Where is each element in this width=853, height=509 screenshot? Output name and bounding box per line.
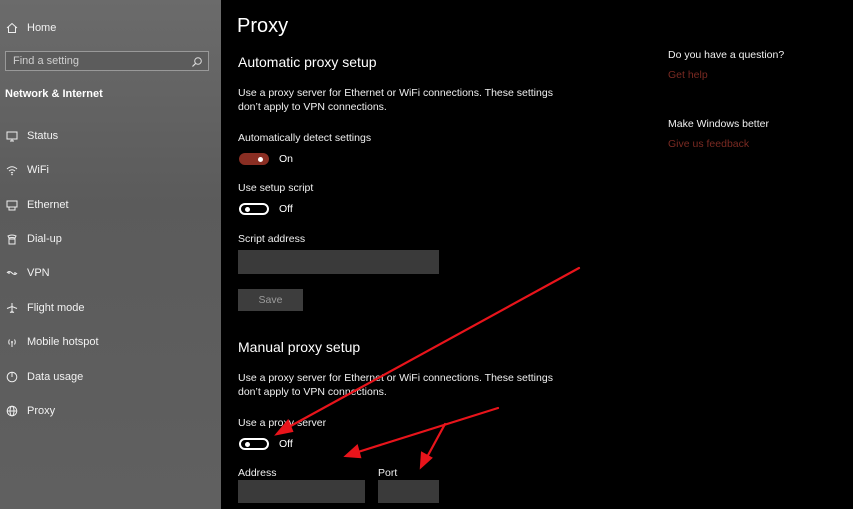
- sidebar-item-vpn[interactable]: VPN: [0, 262, 50, 284]
- use-proxy-toggle[interactable]: [239, 438, 269, 450]
- sidebar-item-dialup[interactable]: Dial-up: [0, 228, 62, 250]
- script-address-label: Script address: [238, 233, 306, 245]
- dialup-icon: [5, 232, 19, 246]
- hotspot-icon: [5, 335, 19, 349]
- sidebar-item-mobile-hotspot[interactable]: Mobile hotspot: [0, 331, 99, 353]
- page-title: Proxy: [237, 15, 289, 37]
- address-input[interactable]: [238, 480, 365, 503]
- search-box[interactable]: Find a setting: [5, 51, 209, 71]
- port-label: Port: [378, 467, 398, 479]
- setup-script-state: Off: [279, 203, 293, 215]
- sidebar-item-status[interactable]: Status: [0, 125, 58, 147]
- sidebar-home-label: Home: [27, 22, 57, 34]
- sidebar-item-label: Ethernet: [27, 199, 69, 211]
- manual-proxy-heading: Manual proxy setup: [238, 339, 361, 355]
- sidebar-item-label: Proxy: [27, 405, 56, 417]
- search-input[interactable]: Find a setting: [13, 55, 191, 67]
- sidebar-item-label: VPN: [27, 267, 50, 279]
- globe-icon: [5, 404, 19, 418]
- auto-detect-state: On: [279, 153, 294, 165]
- main-panel: Proxy Automatic proxy setup Use a proxy …: [221, 0, 853, 509]
- get-help-link[interactable]: Get help: [668, 69, 708, 81]
- auto-detect-label: Automatically detect settings: [238, 132, 372, 144]
- home-icon: [5, 21, 19, 35]
- data-usage-icon: [5, 370, 19, 384]
- sidebar-item-label: Flight mode: [27, 302, 85, 314]
- make-windows-better-heading: Make Windows better: [668, 118, 769, 130]
- use-proxy-state: Off: [279, 438, 293, 450]
- setup-script-toggle[interactable]: [239, 203, 269, 215]
- sidebar-item-data-usage[interactable]: Data usage: [0, 366, 83, 388]
- sidebar-item-label: Mobile hotspot: [27, 336, 99, 348]
- automatic-proxy-heading: Automatic proxy setup: [238, 54, 377, 70]
- sidebar: Home Find a setting Network & Internet S…: [0, 0, 221, 509]
- use-proxy-label: Use a proxy server: [238, 417, 327, 429]
- save-button[interactable]: Save: [238, 289, 303, 311]
- sidebar-item-label: WiFi: [27, 164, 49, 176]
- sidebar-item-label: Status: [27, 130, 59, 142]
- vpn-icon: [5, 266, 19, 280]
- sidebar-home[interactable]: Home: [0, 17, 56, 39]
- status-icon: [5, 129, 19, 143]
- address-label: Address: [238, 467, 277, 479]
- give-feedback-link[interactable]: Give us feedback: [668, 138, 749, 150]
- automatic-proxy-description: Use a proxy server for Ethernet or WiFi …: [238, 87, 553, 113]
- sidebar-item-wifi[interactable]: WiFi: [0, 159, 49, 181]
- sidebar-item-label: Data usage: [27, 371, 84, 383]
- manual-proxy-description: Use a proxy server for Ethernet or WiFi …: [238, 372, 553, 398]
- sidebar-item-label: Dial-up: [27, 233, 62, 245]
- sidebar-item-flight-mode[interactable]: Flight mode: [0, 297, 84, 319]
- sidebar-section-title: Network & Internet: [5, 88, 103, 100]
- sidebar-item-ethernet[interactable]: Ethernet: [0, 194, 69, 216]
- port-input[interactable]: [378, 480, 439, 503]
- sidebar-item-proxy[interactable]: Proxy: [0, 400, 55, 422]
- search-icon[interactable]: [191, 55, 203, 67]
- auto-detect-toggle[interactable]: [239, 153, 269, 165]
- setup-script-label: Use setup script: [238, 182, 314, 194]
- question-heading: Do you have a question?: [668, 49, 785, 61]
- wifi-icon: [5, 163, 19, 177]
- script-address-input[interactable]: [238, 250, 439, 274]
- airplane-icon: [5, 301, 19, 315]
- ethernet-icon: [5, 198, 19, 212]
